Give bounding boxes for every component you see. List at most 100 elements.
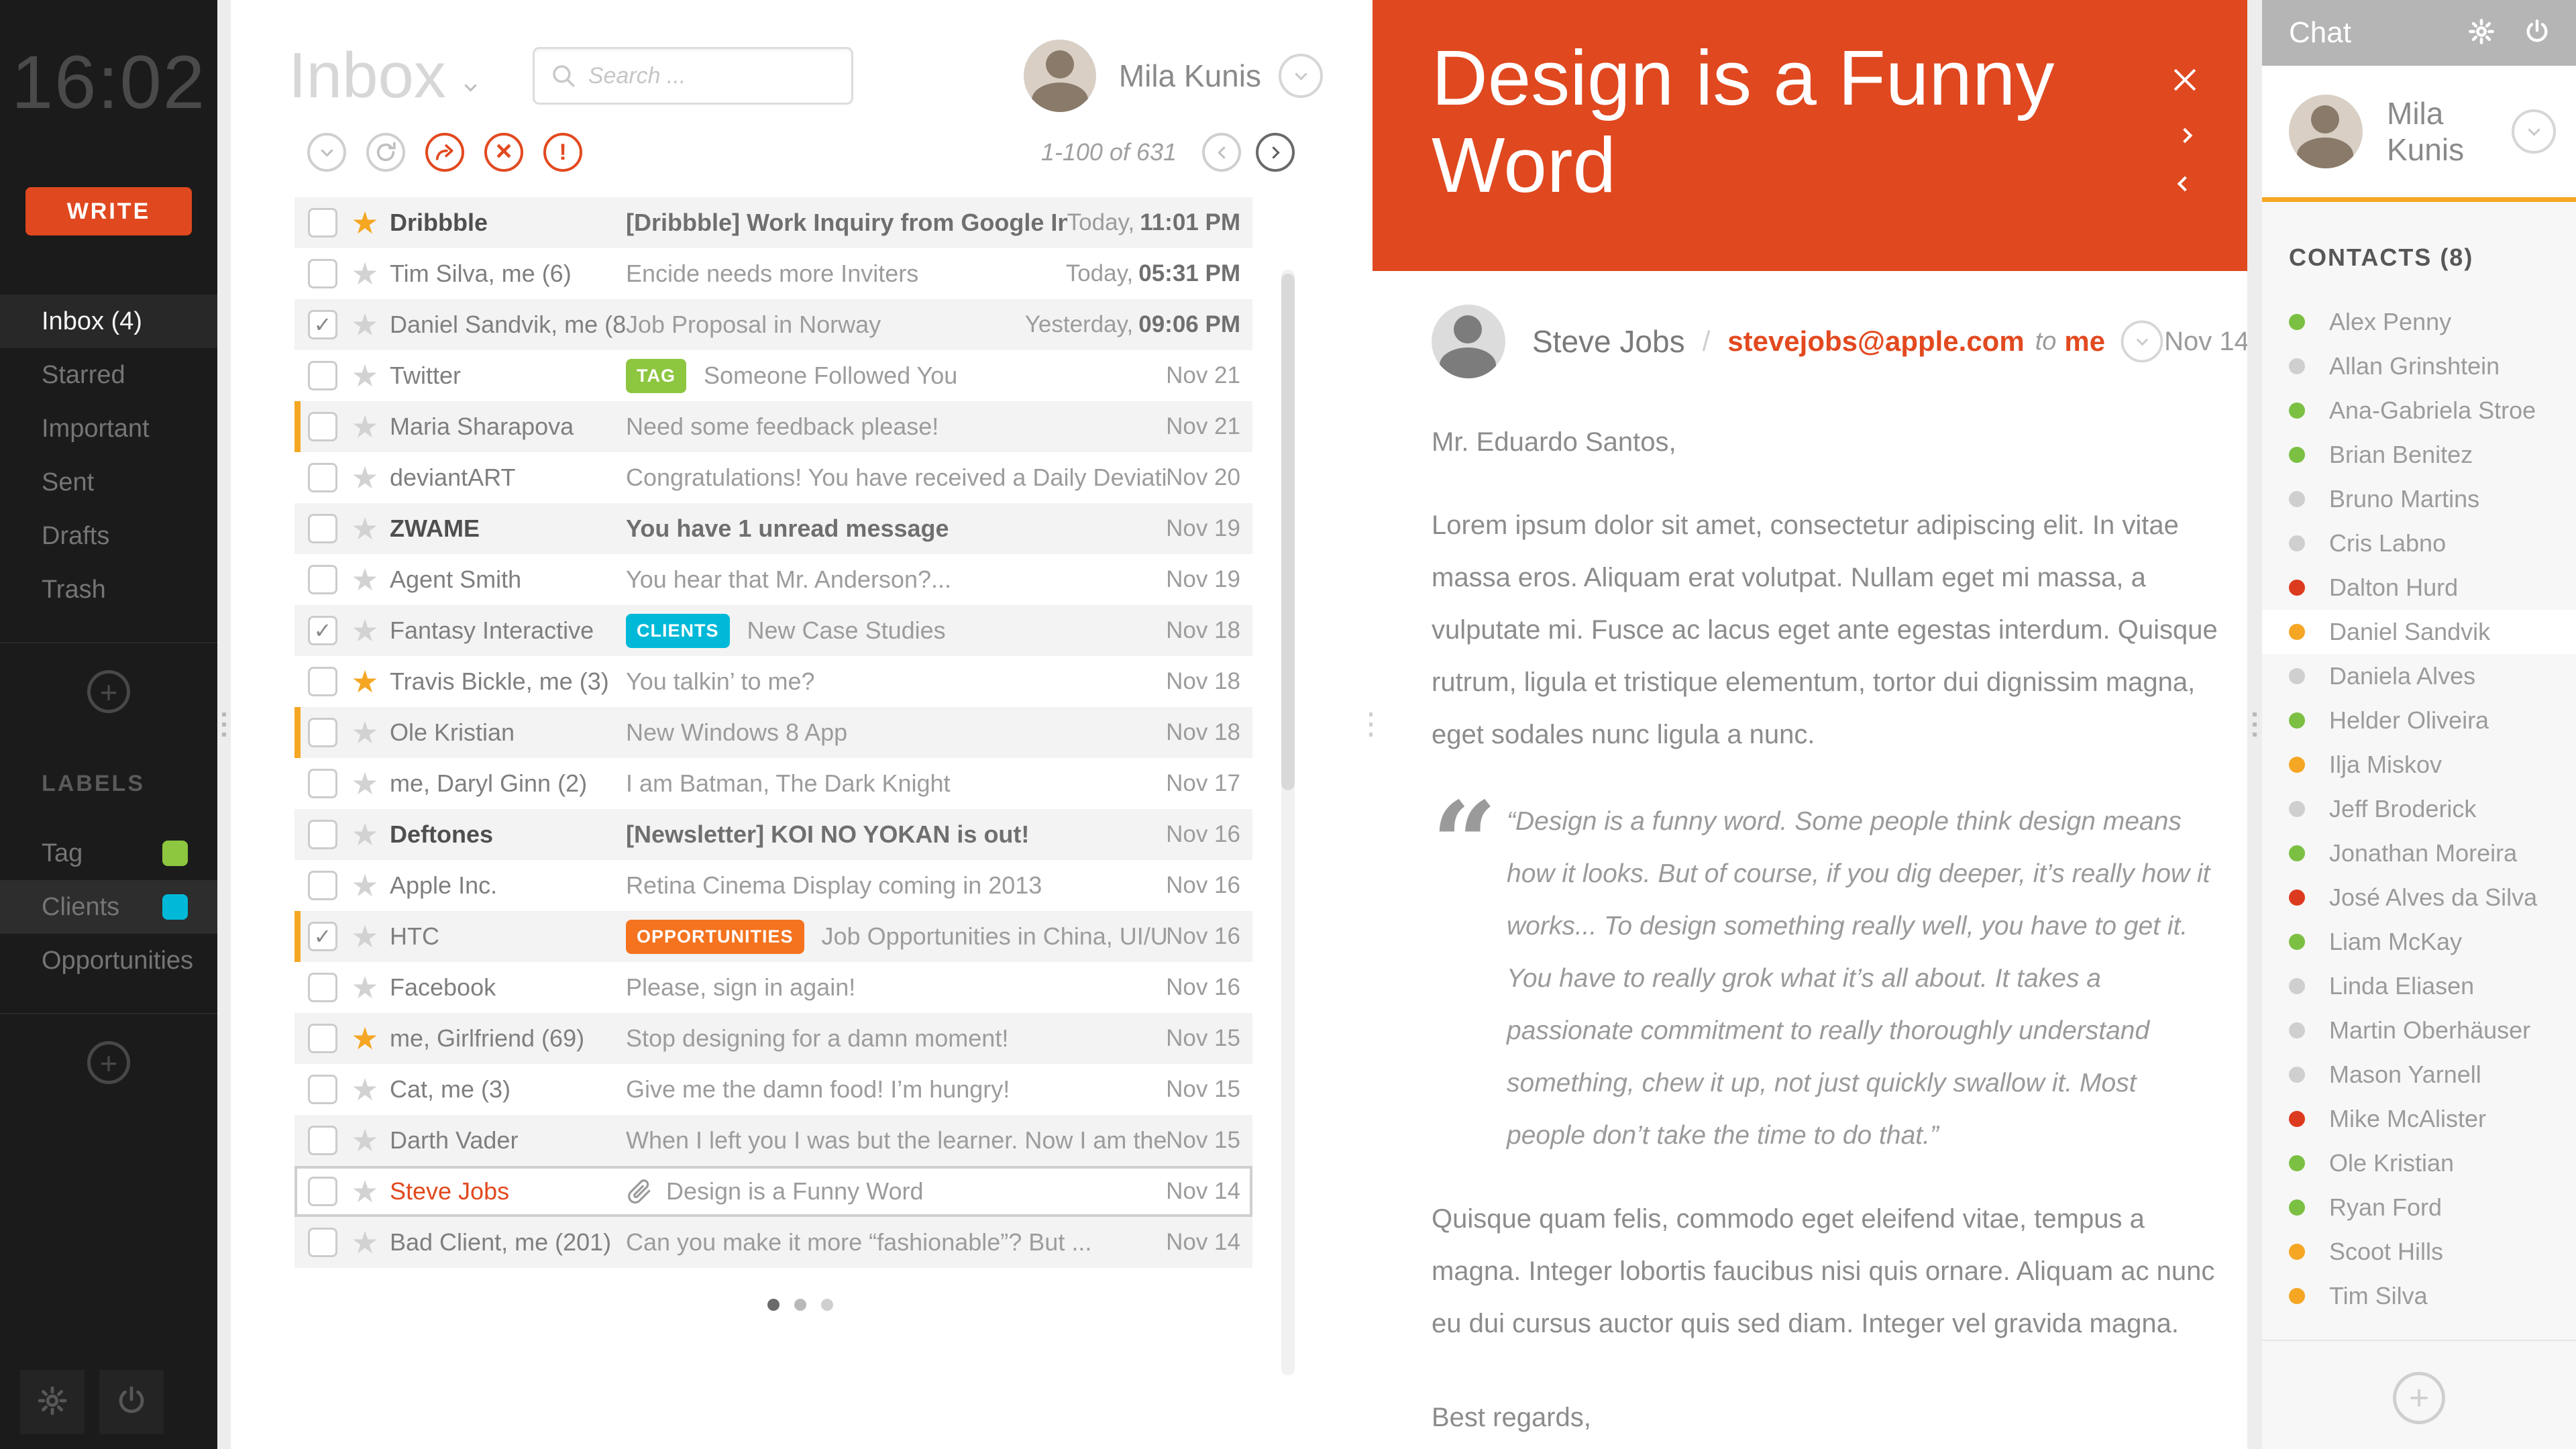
star-icon[interactable]: ★ (347, 205, 383, 241)
email-row[interactable]: ★ Maria Sharapova Need some feedback ple… (294, 401, 1252, 452)
email-row[interactable]: ★ Tim Silva, me (6) Encide needs more In… (294, 248, 1252, 299)
star-icon[interactable]: ★ (347, 867, 383, 904)
email-details-button[interactable] (2121, 320, 2163, 363)
email-row[interactable]: ★ Daniel Sandvik, me (81) Job Proposal i… (294, 299, 1252, 350)
star-icon[interactable]: ★ (347, 511, 383, 547)
splitter-email-chat[interactable] (2247, 0, 2262, 1449)
email-checkbox[interactable] (308, 769, 337, 798)
next-page-button[interactable] (1256, 133, 1295, 172)
settings-button[interactable] (20, 1370, 85, 1434)
user-avatar[interactable] (1023, 40, 1096, 112)
spam-button[interactable]: ! (543, 133, 582, 172)
contact-row[interactable]: Ole Kristian (2262, 1141, 2576, 1185)
forward-button[interactable] (425, 133, 464, 172)
contact-row[interactable]: Linda Eliasen (2262, 964, 2576, 1008)
email-row[interactable]: ★ Deftones [Newsletter] KOI NO YOKAN is … (294, 809, 1252, 860)
add-folder-button[interactable]: + (87, 670, 130, 713)
star-icon[interactable]: ★ (347, 612, 383, 649)
sidebar-menu-item[interactable]: Inbox (4) (0, 294, 217, 348)
contact-row[interactable]: Liam McKay (2262, 920, 2576, 964)
contact-row[interactable]: Daniel Sandvik (2262, 610, 2576, 654)
star-icon[interactable]: ★ (347, 1224, 383, 1260)
contact-row[interactable]: Helder Oliveira (2262, 698, 2576, 743)
email-checkbox[interactable] (308, 463, 337, 492)
select-all-button[interactable] (307, 133, 346, 172)
email-row[interactable]: ★ HTC OPPORTUNITIES Job Opportunities in… (294, 911, 1252, 962)
contact-row[interactable]: Daniela Alves (2262, 654, 2576, 698)
chat-settings-button[interactable] (2467, 17, 2496, 49)
star-icon[interactable]: ★ (347, 969, 383, 1006)
recipient[interactable]: me (2064, 325, 2105, 358)
sidebar-menu-item[interactable]: Sent (0, 455, 217, 509)
email-checkbox[interactable] (308, 1126, 337, 1155)
add-contact-button[interactable]: + (2393, 1372, 2445, 1424)
contact-row[interactable]: Cris Labno (2262, 521, 2576, 566)
star-icon[interactable]: ★ (347, 1071, 383, 1108)
email-row[interactable]: ★ Dribbble [Dribbble] Work Inquiry from … (294, 197, 1252, 248)
email-checkbox[interactable] (308, 922, 337, 951)
chat-user-avatar[interactable] (2289, 95, 2363, 168)
email-checkbox[interactable] (308, 208, 337, 237)
page-dot[interactable] (767, 1299, 780, 1311)
email-checkbox[interactable] (308, 565, 337, 594)
email-checkbox[interactable] (308, 973, 337, 1002)
star-icon[interactable]: ★ (347, 358, 383, 394)
star-icon[interactable]: ★ (347, 1020, 383, 1057)
email-row[interactable]: ★ Fantasy Interactive CLIENTS New Case S… (294, 605, 1252, 656)
contact-row[interactable]: Mason Yarnell (2262, 1053, 2576, 1097)
contact-row[interactable]: Scoot Hills (2262, 1230, 2576, 1274)
contact-row[interactable]: Ryan Ford (2262, 1185, 2576, 1230)
contact-row[interactable]: Brian Benitez (2262, 433, 2576, 477)
email-row[interactable]: ★ Apple Inc. Retina Cinema Display comin… (294, 860, 1252, 911)
scrollbar-thumb[interactable] (1281, 274, 1295, 790)
email-row[interactable]: ★ Travis Bickle, me (3) You talkin’ to m… (294, 656, 1252, 707)
contact-row[interactable]: Allan Grinshtein (2262, 344, 2576, 388)
contact-row[interactable]: Ana-Gabriela Stroe (2262, 388, 2576, 433)
account-menu-button[interactable] (1279, 54, 1323, 98)
email-row[interactable]: ★ ZWAME You have 1 unread message Nov 19 (294, 503, 1252, 554)
label-row[interactable]: Opportunities (0, 934, 217, 987)
email-row[interactable]: ★ Steve Jobs Design is a Funny Word Nov … (294, 1166, 1252, 1217)
delete-email-icon[interactable] (2172, 67, 2198, 93)
add-label-button[interactable]: + (87, 1041, 130, 1084)
chat-logout-button[interactable] (2524, 18, 2551, 48)
contact-row[interactable]: Alex Penny (2262, 300, 2576, 344)
splitter-sidebar-list[interactable] (217, 0, 231, 1449)
email-row[interactable]: ★ Twitter TAG Someone Followed You Nov 2… (294, 350, 1252, 401)
list-scrollbar[interactable] (1281, 270, 1295, 1375)
star-icon[interactable]: ★ (347, 1122, 383, 1159)
contact-row[interactable]: Martin Oberhäuser (2262, 1008, 2576, 1053)
email-checkbox[interactable] (308, 514, 337, 543)
star-icon[interactable]: ★ (347, 714, 383, 751)
search-input[interactable] (588, 62, 837, 89)
contact-row[interactable]: Mike McAlister (2262, 1097, 2576, 1141)
chat-status-button[interactable] (2512, 109, 2556, 154)
star-icon[interactable]: ★ (347, 561, 383, 598)
star-icon[interactable]: ★ (347, 1173, 383, 1210)
email-checkbox[interactable] (308, 820, 337, 849)
email-row[interactable]: ★ deviantART Congratulations! You have r… (294, 452, 1252, 503)
folder-dropdown-icon[interactable] (464, 78, 477, 92)
contact-row[interactable]: Dalton Hurd (2262, 566, 2576, 610)
contact-row[interactable]: Bruno Martins (2262, 477, 2576, 521)
email-checkbox[interactable] (308, 310, 337, 339)
refresh-button[interactable] (366, 133, 405, 172)
star-icon[interactable]: ★ (347, 409, 383, 445)
star-icon[interactable]: ★ (347, 765, 383, 802)
sidebar-menu-item[interactable]: Starred (0, 348, 217, 402)
page-dot[interactable] (821, 1299, 833, 1311)
email-row[interactable]: ★ Bad Client, me (201) Can you make it m… (294, 1217, 1252, 1268)
star-icon[interactable]: ★ (347, 307, 383, 343)
page-dot[interactable] (794, 1299, 806, 1311)
star-icon[interactable]: ★ (347, 663, 383, 700)
delete-button[interactable]: × (484, 133, 523, 172)
email-checkbox[interactable] (308, 667, 337, 696)
email-checkbox[interactable] (308, 361, 337, 390)
email-row[interactable]: ★ me, Daryl Ginn (2) I am Batman, The Da… (294, 758, 1252, 809)
email-checkbox[interactable] (308, 871, 337, 900)
logout-button[interactable] (99, 1370, 164, 1434)
email-checkbox[interactable] (308, 1075, 337, 1104)
sidebar-menu-item[interactable]: Drafts (0, 509, 217, 563)
email-row[interactable]: ★ Darth Vader When I left you I was but … (294, 1115, 1252, 1166)
email-row[interactable]: ★ Ole Kristian New Windows 8 App Nov 18 (294, 707, 1252, 758)
